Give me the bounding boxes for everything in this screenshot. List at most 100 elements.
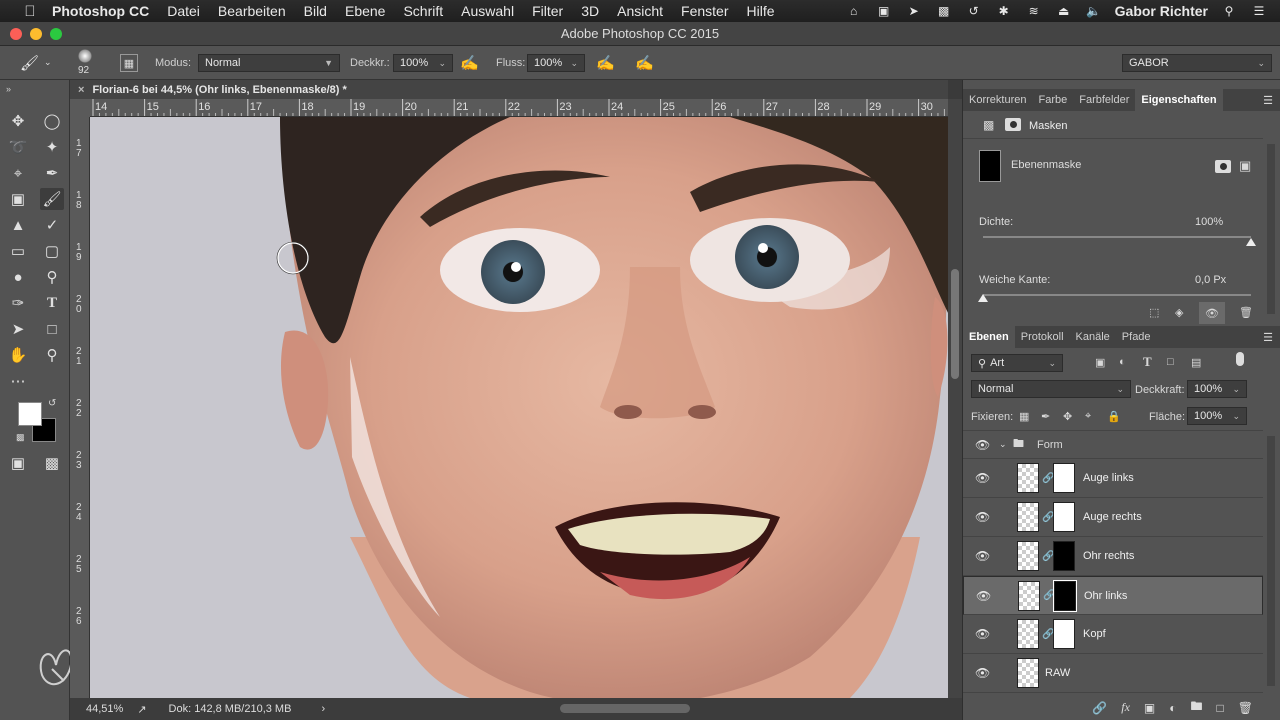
screen-mode-icon[interactable]: ▩ xyxy=(40,452,64,474)
volume-icon[interactable]: 🔈 xyxy=(1085,4,1103,18)
lock-transparency-icon[interactable]: ▦ xyxy=(1019,410,1029,423)
horizontal-scrollbar-thumb[interactable] xyxy=(560,704,690,713)
layer-thumbnail[interactable] xyxy=(1017,463,1039,493)
pen-tool-icon[interactable]: ✑ xyxy=(6,292,30,314)
new-layer-icon[interactable]: □ xyxy=(1217,701,1224,715)
notification-list-icon[interactable]: ☰ xyxy=(1250,4,1268,18)
dichte-slider[interactable] xyxy=(983,236,1251,238)
weiche-kante-slider-thumb[interactable] xyxy=(978,294,988,302)
bluetooth-icon[interactable]: ✱ xyxy=(995,4,1013,18)
quick-mask-icon[interactable]: ▣ xyxy=(6,452,30,474)
panel-menu-icon[interactable]: ☰ xyxy=(1263,94,1273,107)
tab-ebenen[interactable]: Ebenen xyxy=(963,326,1015,348)
apply-mask-icon[interactable]: ◈ xyxy=(1175,306,1183,319)
airbrush-icon[interactable]: ✍ xyxy=(596,54,615,72)
vector-mask-icon[interactable] xyxy=(1005,118,1021,131)
delete-mask-icon[interactable]: 🗑 xyxy=(1239,306,1253,319)
layer-group-row[interactable]: 👁 ⌄ 🖿 Form xyxy=(963,431,1263,459)
delete-layer-icon[interactable]: 🗑 xyxy=(1238,701,1253,715)
app-menu[interactable]: Photoshop CC xyxy=(52,3,149,19)
layer-mask-thumbnail[interactable] xyxy=(1053,579,1077,612)
layer-row[interactable]: 👁 🔗 Ohr links xyxy=(963,576,1263,615)
gradient-tool-icon[interactable]: ▢ xyxy=(40,240,64,262)
deckkraft-input[interactable]: 100% ⌄ xyxy=(393,54,453,72)
scrollbar-thumb[interactable] xyxy=(951,269,959,379)
menu-schrift[interactable]: Schrift xyxy=(403,3,443,19)
layer-row[interactable]: 👁 🔗 Kopf xyxy=(963,615,1263,654)
tab-protokoll[interactable]: Protokoll xyxy=(1015,331,1070,343)
history-brush-tool-icon[interactable]: ✓ xyxy=(40,214,64,236)
brush-panel-toggle-icon[interactable]: ▦ xyxy=(120,54,138,72)
blend-mode-select[interactable]: Normal ⌄ xyxy=(971,380,1131,398)
dodge-tool-icon[interactable]: ⚲ xyxy=(40,266,64,288)
menu-hilfe[interactable]: Hilfe xyxy=(747,3,775,19)
tab-eigenschaften[interactable]: Eigenschaften xyxy=(1135,89,1223,111)
layer-name[interactable]: Auge links xyxy=(1083,472,1134,484)
pressure-opacity-icon[interactable]: ✍ xyxy=(460,54,479,72)
add-pixel-mask-icon[interactable] xyxy=(1215,160,1231,173)
layer-filter-select[interactable]: ⚲ Art ⌄ xyxy=(971,354,1063,372)
layer-thumbnail[interactable] xyxy=(1017,541,1039,571)
mask-visibility-icon[interactable]: 👁 xyxy=(1199,302,1225,324)
layer-mask-thumbnail[interactable] xyxy=(1053,502,1075,532)
load-selection-icon[interactable]: ⬚ xyxy=(1149,306,1159,319)
camera-icon[interactable]: ▣ xyxy=(875,4,893,18)
weiche-kante-value[interactable]: 0,0 Px xyxy=(1195,274,1226,286)
eye-icon[interactable]: 👁 xyxy=(975,438,990,452)
layer-mask-thumbnail[interactable] xyxy=(1053,463,1075,493)
filter-shape-icon[interactable]: □ xyxy=(1167,356,1174,368)
panel-menu-icon[interactable]: ☰ xyxy=(1263,331,1273,344)
menu-bild[interactable]: Bild xyxy=(304,3,327,19)
display-icon[interactable]: ▩ xyxy=(935,4,953,18)
eye-icon[interactable]: 👁 xyxy=(975,471,990,485)
layer-opacity-input[interactable]: 100% ⌄ xyxy=(1187,380,1247,398)
type-tool-icon[interactable]: T xyxy=(40,292,64,314)
layers-scrollbar[interactable] xyxy=(1267,436,1275,686)
default-colors-icon[interactable]: ▩ xyxy=(16,432,25,443)
workspace-select[interactable]: GABOR ⌄ xyxy=(1122,54,1272,72)
move-tool-icon[interactable]: ✥ xyxy=(6,110,30,132)
layer-thumbnail[interactable] xyxy=(1017,619,1039,649)
menu-datei[interactable]: Datei xyxy=(167,3,200,19)
apple-icon[interactable]:  xyxy=(22,3,38,20)
chevron-down-icon[interactable]: ⌄ xyxy=(44,57,52,68)
layer-name[interactable]: RAW xyxy=(1045,667,1070,679)
layer-thumbnail[interactable] xyxy=(1017,658,1039,688)
fx-icon[interactable]: fx xyxy=(1121,700,1130,715)
user-menu[interactable]: Gabor Richter xyxy=(1115,3,1208,19)
lock-artboard-icon[interactable]: ⌖ xyxy=(1085,410,1091,423)
link-layers-icon[interactable]: 🔗 xyxy=(1092,701,1107,715)
group-name[interactable]: Form xyxy=(1037,439,1063,451)
lasso-tool-icon[interactable]: ➰ xyxy=(6,136,30,158)
menu-ebene[interactable]: Ebene xyxy=(345,3,385,19)
blur-tool-icon[interactable]: ● xyxy=(6,266,30,288)
ruler-origin[interactable] xyxy=(70,99,90,117)
layer-thumbnail[interactable] xyxy=(1017,502,1039,532)
minimize-window-button[interactable] xyxy=(30,28,42,40)
rectangle-tool-icon[interactable]: □ xyxy=(40,318,64,340)
eyedropper-tool-icon[interactable]: ✒ xyxy=(40,162,64,184)
brush-tool-preset-icon[interactable]: 🖌 xyxy=(20,54,39,72)
hand-tool-icon[interactable]: ✋ xyxy=(6,344,30,366)
dichte-slider-thumb[interactable] xyxy=(1246,238,1256,246)
quick-selection-tool-icon[interactable]: ✦ xyxy=(40,136,64,158)
menu-ansicht[interactable]: Ansicht xyxy=(617,3,663,19)
filter-pixel-icon[interactable]: ▣ xyxy=(1095,356,1105,369)
more-tools-icon[interactable]: ⋯ xyxy=(6,370,30,392)
filter-type-icon[interactable]: T xyxy=(1143,354,1152,370)
eraser-tool-icon[interactable]: ▭ xyxy=(6,240,30,262)
fluss-input[interactable]: 100% ⌄ xyxy=(527,54,585,72)
filter-adjustment-icon[interactable]: ◐ xyxy=(1119,356,1126,368)
spotlight-search-icon[interactable]: ⚲ xyxy=(1220,4,1238,18)
marquee-tool-icon[interactable]: ◯ xyxy=(40,110,64,132)
new-group-icon[interactable]: 🖿 xyxy=(1191,697,1203,718)
layer-thumbnail[interactable] xyxy=(1018,580,1040,611)
wifi-icon[interactable]: ≋ xyxy=(1025,4,1043,18)
filter-toggle-icon[interactable] xyxy=(1236,352,1244,366)
document-tab[interactable]: × Florian-6 bei 44,5% (Ohr links, Ebenen… xyxy=(78,80,347,99)
close-window-button[interactable] xyxy=(10,28,22,40)
horizontal-ruler[interactable]: 14 15 16 17 18 19 20 21 22 23 24 25 26 27 28 29 30 xyxy=(90,99,948,117)
filter-smart-object-icon[interactable]: ▤ xyxy=(1191,356,1201,369)
pixel-mask-icon[interactable]: ▩ xyxy=(983,118,994,132)
zoom-window-button[interactable] xyxy=(50,28,62,40)
